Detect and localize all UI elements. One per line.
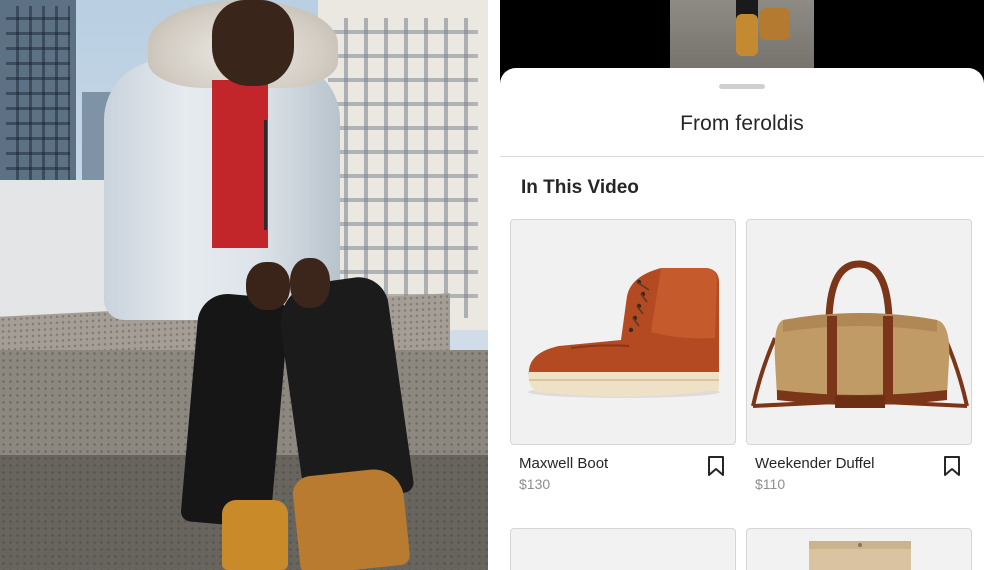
video-preview[interactable] [670, 0, 814, 68]
product-name[interactable]: Weekender Duffel [755, 455, 875, 472]
red-shirt [212, 80, 268, 248]
pants-illustration [809, 541, 911, 570]
sheet-title: From feroldis [680, 112, 804, 135]
building-low [0, 180, 120, 330]
sheet-drag-handle[interactable] [719, 84, 765, 89]
model-head [212, 0, 294, 86]
bookmark-icon[interactable] [706, 455, 726, 477]
boot-illustration [528, 268, 720, 398]
shopping-bottom-sheet: From feroldis In This Video Maxwell Boot… [500, 68, 984, 570]
product-name[interactable]: Maxwell Boot [519, 455, 608, 472]
product-image-boot[interactable] [510, 219, 736, 445]
right-boot [291, 466, 411, 570]
left-boot [222, 500, 288, 570]
bookmark-icon[interactable] [942, 455, 962, 477]
product-image-duffel[interactable] [746, 219, 972, 445]
product-price: $130 [519, 476, 551, 492]
building-left [0, 0, 76, 190]
section-title: In This Video [521, 177, 639, 198]
product-price: $110 [755, 476, 786, 492]
product-card-peek[interactable] [510, 528, 736, 570]
product-card-peek[interactable] [746, 528, 972, 570]
header-divider [500, 156, 984, 157]
app-screen: From feroldis In This Video Maxwell Boot… [500, 0, 984, 570]
duffel-illustration [751, 260, 969, 408]
lifestyle-photo [0, 0, 488, 570]
